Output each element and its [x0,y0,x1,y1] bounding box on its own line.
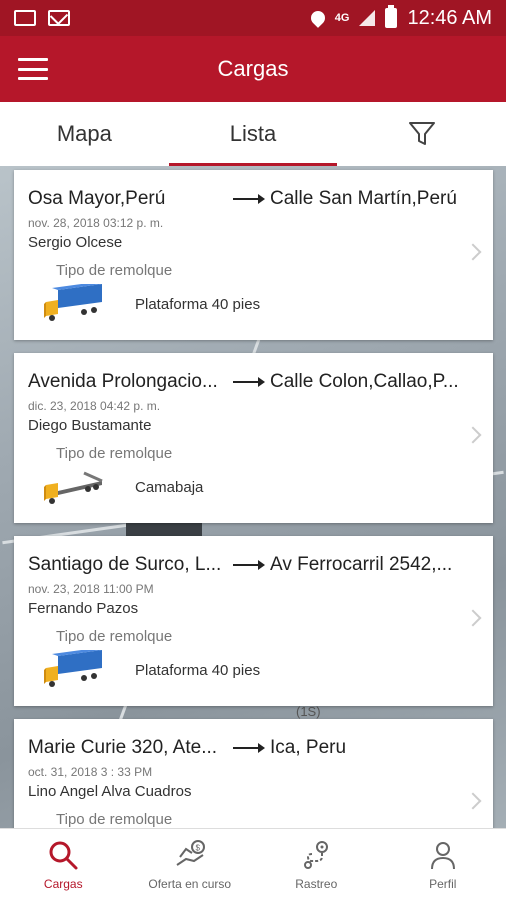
cargo-card[interactable]: Santiago de Surco, L... Av Ferrocarril 2… [14,536,493,706]
origin: Marie Curie 320, Ate... [28,737,218,758]
menu-icon[interactable] [18,58,48,80]
arrow-right-icon [233,194,265,204]
trailer-label: Tipo de remolque [56,811,173,828]
route: Avenida Prolongacio... Calle Colon,Calla… [28,371,468,393]
bottom-nav: Cargas $ Oferta en curso Rastreo Perfil [0,828,506,900]
nav-oferta-en-curso[interactable]: $ Oferta en curso [127,829,254,900]
contact-name: Lino Angel Alva Cuadros [28,783,192,800]
route: Santiago de Surco, L... Av Ferrocarril 2… [28,554,468,576]
tab-label: Mapa [56,121,112,146]
destination: Calle San Martín,Perú [270,188,457,209]
arrow-right-icon [233,377,265,387]
destination: Av Ferrocarril 2542,... [270,554,453,575]
contact-name: Fernando Pazos [28,600,139,617]
location-icon [307,8,328,28]
tab-bar: Mapa Lista [0,102,506,166]
clock: 12:46 AM [407,6,492,29]
filter-button[interactable] [337,102,506,166]
nav-label: Cargas [43,876,83,891]
offer-icon: $ [176,839,205,866]
app-bar: Cargas [0,36,506,102]
cargo-card[interactable]: Avenida Prolongacio... Calle Colon,Calla… [14,353,493,523]
nav-perfil[interactable]: Perfil [380,829,506,900]
route: Osa Mayor,Perú Calle San Martín,Perú [28,188,468,210]
date: oct. 31, 2018 3 : 33 PM [28,765,153,779]
page-title: Cargas [217,56,289,81]
trailer-type: Camabaja [135,479,204,496]
flatbed-truck-icon [44,284,102,321]
nav-label: Oferta en curso [148,876,232,891]
nav-label: Rastreo [295,876,338,891]
trailer-label: Tipo de remolque [56,445,173,462]
trailer-type: Plataforma 40 pies [135,662,261,679]
nav-rastreo[interactable]: Rastreo [253,829,380,900]
network-type: 4G [334,11,350,24]
profile-icon [430,841,455,869]
contact-name: Diego Bustamante [28,417,152,434]
date: dic. 23, 2018 04:42 p. m. [28,399,161,413]
cargo-card[interactable]: Osa Mayor,Perú Calle San Martín,Perú nov… [14,170,493,340]
destination: Ica, Peru [270,737,347,758]
map-label: (1S) [296,704,321,719]
sms-icon [14,10,36,26]
chevron-right-icon [464,792,482,810]
cargo-card[interactable]: Marie Curie 320, Ate... Ica, Peru oct. 3… [14,719,493,828]
map-shape [126,522,202,536]
date: nov. 28, 2018 03:12 p. m. [28,216,164,230]
arrow-right-icon [233,560,265,570]
nav-cargas[interactable]: Cargas [0,829,127,900]
trailer-type: Plataforma 40 pies [135,296,261,313]
signal-icon [359,10,376,26]
origin: Santiago de Surco, L... [28,554,222,575]
filter-icon [408,122,435,145]
route: Marie Curie 320, Ate... Ica, Peru [28,737,468,759]
origin: Osa Mayor,Perú [28,188,166,209]
mail-icon [48,10,70,26]
tab-label: Lista [229,121,277,146]
chevron-right-icon [464,243,482,261]
tab-mapa[interactable]: Mapa [0,102,169,166]
status-bar: 4G 12:46 AM [0,0,506,36]
svg-text:$: $ [195,843,200,852]
chevron-right-icon [464,609,482,627]
route-icon [304,840,329,869]
contact-name: Sergio Olcese [28,234,123,251]
date: nov. 23, 2018 11:00 PM [28,582,154,596]
destination: Calle Colon,Callao,P... [270,371,459,392]
trailer-label: Tipo de remolque [56,628,173,645]
origin: Avenida Prolongacio... [28,371,218,392]
search-icon [49,841,78,869]
battery-icon [385,5,398,28]
cargo-list[interactable]: (1S) Osa Mayor,Perú Calle San Martín,Per… [0,166,506,828]
tab-lista[interactable]: Lista [168,102,338,166]
arrow-right-icon [233,743,265,753]
chevron-right-icon [464,426,482,444]
nav-label: Perfil [429,876,457,891]
flatbed-truck-icon [44,650,102,687]
trailer-label: Tipo de remolque [56,262,173,279]
lowbed-truck-icon [44,471,103,504]
